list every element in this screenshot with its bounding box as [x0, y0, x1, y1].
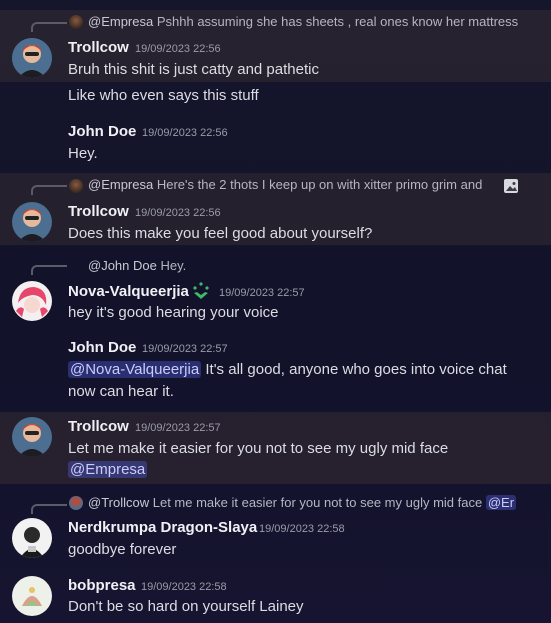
reply-snippet: Hey. [160, 258, 187, 273]
avatar[interactable] [12, 38, 52, 78]
reply-author[interactable]: @Empresa [88, 14, 153, 29]
avatar[interactable] [12, 576, 52, 616]
timestamp: 19/09/2023 22:58 [259, 523, 345, 535]
reply-snippet: Here's the 2 thots I keep up on with xit… [156, 177, 483, 192]
reply-avatar[interactable] [69, 179, 83, 193]
timestamp: 19/09/2023 22:57 [142, 343, 228, 355]
message-text: Does this make you feel good about yours… [68, 225, 373, 242]
message-text: Hey. [68, 145, 98, 162]
reply-snippet: Pshhh assuming she has sheets , real one… [156, 14, 519, 29]
reply-preview[interactable]: @John Doe Hey. [88, 258, 186, 273]
username[interactable]: Nerdkrumpa Dragon-Slaya [68, 519, 257, 536]
avatar[interactable] [12, 281, 52, 321]
timestamp: 19/09/2023 22:57 [219, 287, 305, 299]
trollcow-avatar-icon [12, 202, 52, 242]
reply-connector [31, 185, 67, 195]
username[interactable]: Trollcow [68, 418, 129, 435]
message-mention-line: @Empresa [68, 461, 148, 478]
timestamp: 19/09/2023 22:56 [135, 43, 221, 55]
reply-connector [31, 504, 67, 514]
username[interactable]: Trollcow [68, 203, 129, 220]
reply-preview[interactable]: @Empresa Pshhh assuming she has sheets ,… [88, 14, 518, 29]
username[interactable]: bobpresa [68, 577, 136, 594]
avatar[interactable] [12, 417, 52, 457]
message-text: Bruh this shit is just catty and patheti… [68, 61, 319, 78]
user-mention[interactable]: @Empresa [68, 461, 148, 478]
avatar[interactable] [12, 518, 52, 558]
user-mention[interactable]: @Nova-Valqueerjia [68, 361, 202, 378]
timestamp: 19/09/2023 22:56 [135, 207, 221, 219]
username[interactable]: Trollcow [68, 39, 129, 56]
reply-author[interactable]: @Empresa [88, 177, 153, 192]
reply-preview[interactable]: @Empresa Here's the 2 thots I keep up on… [88, 177, 482, 192]
nova-avatar-icon [12, 281, 52, 321]
trollcow-avatar-icon [12, 417, 52, 457]
reply-author[interactable]: @Trollcow [88, 495, 149, 510]
reply-connector [31, 265, 67, 275]
message-text: goodbye forever [68, 541, 177, 558]
role-badge-icon [191, 281, 211, 306]
timestamp: 19/09/2023 22:57 [135, 422, 221, 434]
user-mention[interactable]: @Er [485, 495, 517, 510]
timestamp: 19/09/2023 22:58 [141, 581, 227, 593]
message-text: hey it's good hearing your voice [68, 304, 279, 321]
reply-snippet: Let me make it easier for you not to see… [152, 495, 483, 510]
username[interactable]: John Doe [68, 339, 136, 356]
trollcow-avatar-icon [12, 38, 52, 78]
message-text: Like who even says this stuff [68, 87, 259, 104]
image-icon [504, 179, 518, 193]
reply-avatar[interactable] [69, 15, 83, 29]
nerdkrumpa-avatar-icon [12, 518, 52, 558]
reply-preview[interactable]: @Trollcow Let me make it easier for you … [88, 495, 548, 510]
message-text: Let me make it easier for you not to see… [68, 440, 449, 457]
reply-avatar[interactable] [69, 496, 83, 510]
timestamp: 19/09/2023 22:56 [142, 127, 228, 139]
message-text: Don't be so hard on yourself Lainey [68, 598, 304, 615]
username[interactable]: John Doe [68, 123, 136, 140]
message-text: @Nova-Valqueerjia It's all good, anyone … [68, 359, 528, 403]
username[interactable]: Nova-Valqueerjia [68, 283, 189, 300]
bobpresa-avatar-icon [12, 576, 52, 616]
reply-connector [31, 22, 67, 32]
reply-author[interactable]: @John Doe [88, 258, 157, 273]
avatar[interactable] [12, 202, 52, 242]
